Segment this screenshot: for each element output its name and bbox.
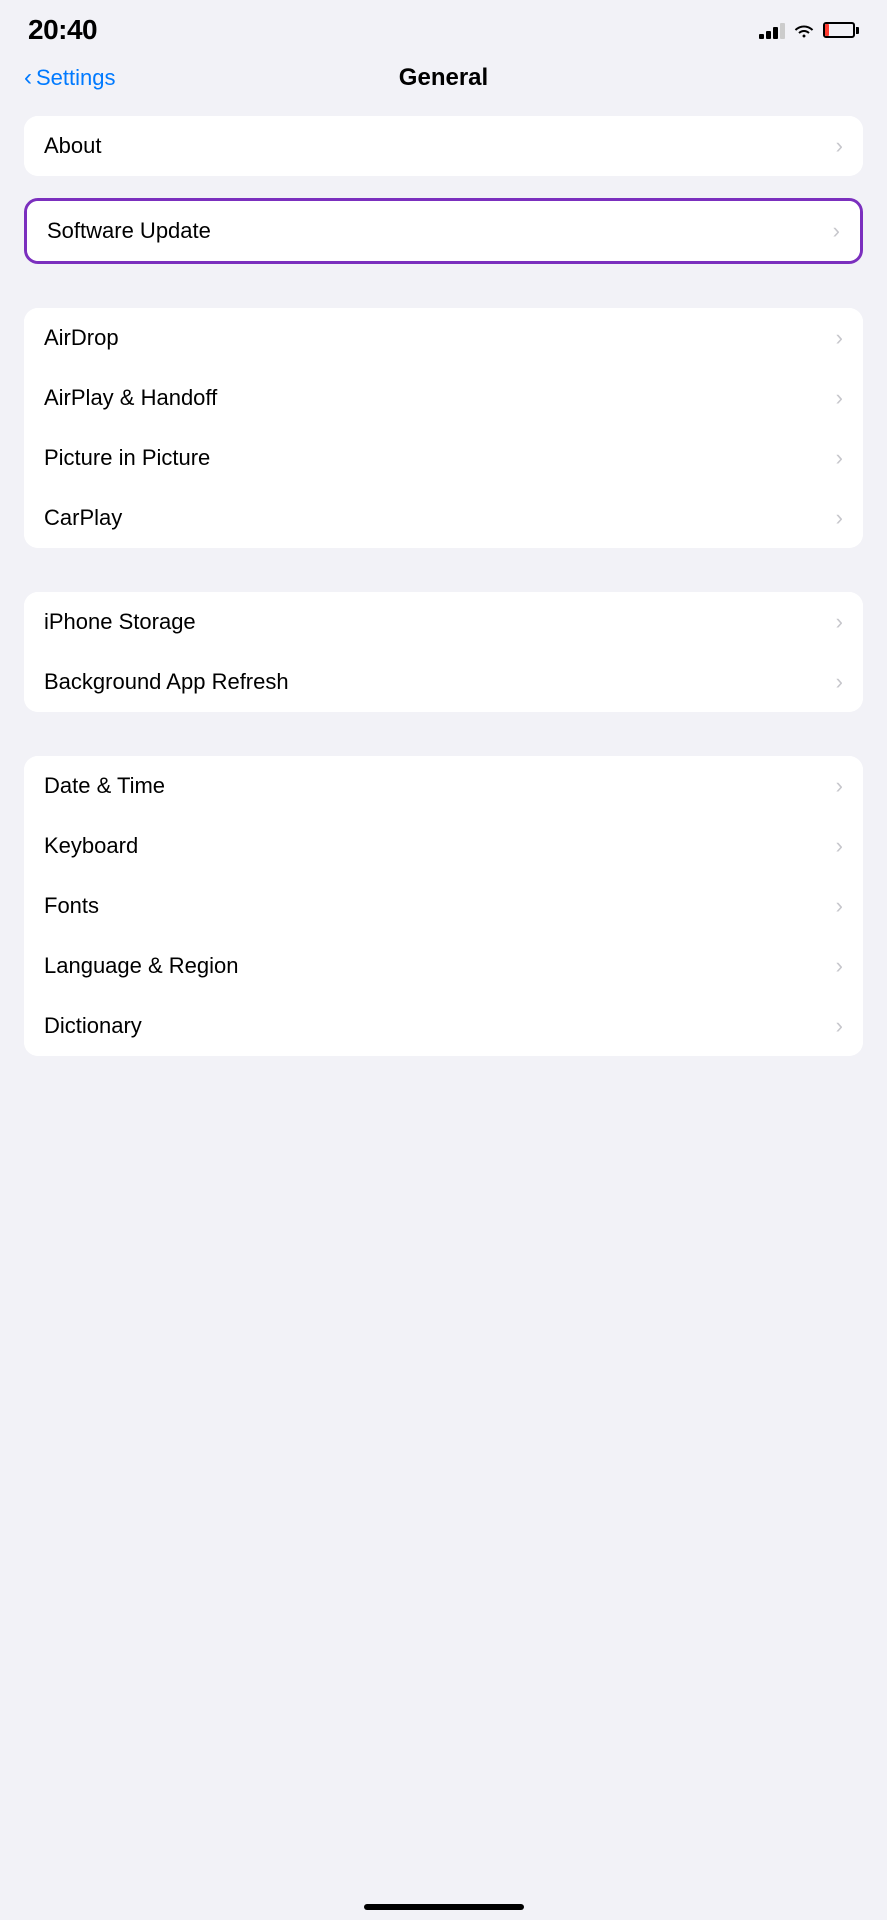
- row-language-region-label: Language & Region: [44, 953, 239, 979]
- row-carplay[interactable]: CarPlay ›: [24, 488, 863, 548]
- row-iphone-storage-chevron-icon: ›: [836, 609, 843, 635]
- status-bar: 20:40: [0, 0, 887, 54]
- row-iphone-storage[interactable]: iPhone Storage ›: [24, 592, 863, 652]
- row-software-update[interactable]: Software Update ›: [27, 201, 860, 261]
- row-keyboard-label: Keyboard: [44, 833, 138, 859]
- row-date-time-label: Date & Time: [44, 773, 165, 799]
- row-airplay-handoff-label: AirPlay & Handoff: [44, 385, 217, 411]
- row-airdrop[interactable]: AirDrop ›: [24, 308, 863, 368]
- section-separator-1: [0, 286, 887, 308]
- row-about-chevron-icon: ›: [836, 133, 843, 159]
- nav-bar: ‹ Settings General: [0, 54, 887, 108]
- section-about: About ›: [24, 116, 863, 176]
- row-picture-in-picture-chevron-icon: ›: [836, 445, 843, 471]
- page-title: General: [399, 64, 488, 92]
- back-button[interactable]: ‹ Settings: [24, 65, 116, 91]
- back-label: Settings: [36, 65, 116, 91]
- row-carplay-chevron-icon: ›: [836, 505, 843, 531]
- row-fonts[interactable]: Fonts ›: [24, 876, 863, 936]
- row-software-update-chevron-icon: ›: [833, 218, 840, 244]
- row-background-app-refresh-chevron-icon: ›: [836, 669, 843, 695]
- row-airdrop-chevron-icon: ›: [836, 325, 843, 351]
- row-picture-in-picture[interactable]: Picture in Picture ›: [24, 428, 863, 488]
- home-indicator: [364, 1904, 524, 1910]
- row-dictionary[interactable]: Dictionary ›: [24, 996, 863, 1056]
- row-dictionary-chevron-icon: ›: [836, 1013, 843, 1039]
- row-iphone-storage-label: iPhone Storage: [44, 609, 196, 635]
- row-airplay-handoff-chevron-icon: ›: [836, 385, 843, 411]
- row-background-app-refresh-label: Background App Refresh: [44, 669, 289, 695]
- row-airplay-handoff[interactable]: AirPlay & Handoff ›: [24, 368, 863, 428]
- row-background-app-refresh[interactable]: Background App Refresh ›: [24, 652, 863, 712]
- row-picture-in-picture-label: Picture in Picture: [44, 445, 210, 471]
- row-date-time-chevron-icon: ›: [836, 773, 843, 799]
- row-about-label: About: [44, 133, 102, 159]
- row-software-update-label: Software Update: [47, 218, 211, 244]
- row-fonts-chevron-icon: ›: [836, 893, 843, 919]
- section-separator-2: [0, 570, 887, 592]
- row-airdrop-label: AirDrop: [44, 325, 119, 351]
- row-keyboard-chevron-icon: ›: [836, 833, 843, 859]
- row-language-region[interactable]: Language & Region ›: [24, 936, 863, 996]
- signal-icon: [759, 21, 785, 39]
- row-fonts-label: Fonts: [44, 893, 99, 919]
- row-keyboard[interactable]: Keyboard ›: [24, 816, 863, 876]
- section-separator-3: [0, 734, 887, 756]
- settings-content: About › Software Update › AirDrop › AirP…: [0, 108, 887, 1086]
- row-carplay-label: CarPlay: [44, 505, 122, 531]
- section-localization: Date & Time › Keyboard › Fonts › Languag…: [24, 756, 863, 1056]
- row-date-time[interactable]: Date & Time ›: [24, 756, 863, 816]
- row-language-region-chevron-icon: ›: [836, 953, 843, 979]
- section-connectivity: AirDrop › AirPlay & Handoff › Picture in…: [24, 308, 863, 548]
- status-icons: [759, 21, 859, 39]
- row-about[interactable]: About ›: [24, 116, 863, 176]
- wifi-icon: [793, 22, 815, 38]
- back-chevron-icon: ‹: [24, 66, 32, 90]
- status-time: 20:40: [28, 14, 97, 46]
- row-dictionary-label: Dictionary: [44, 1013, 142, 1039]
- battery-icon: [823, 22, 859, 38]
- section-software-update: Software Update ›: [24, 198, 863, 264]
- section-storage: iPhone Storage › Background App Refresh …: [24, 592, 863, 712]
